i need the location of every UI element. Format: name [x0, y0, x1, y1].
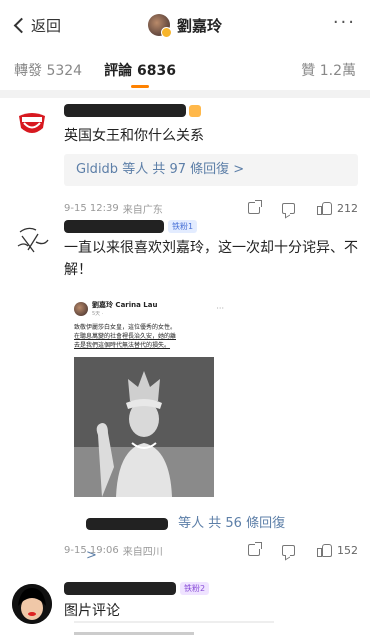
share-icon — [248, 200, 262, 214]
medal-icon — [189, 104, 201, 117]
page-title: 劉嘉玲 — [176, 16, 223, 35]
comment-item: 英国女王和你什么关系 Gldidb 等人 共 97 條回復 > 9-15 12:… — [0, 98, 370, 216]
sketch-avatar-image — [17, 227, 49, 253]
tab-repost[interactable]: 轉發 5324 — [14, 60, 82, 80]
page-title-group[interactable]: 劉嘉玲 — [147, 14, 223, 38]
tab-comments[interactable]: 評論 6836 — [104, 60, 176, 80]
like-icon — [317, 201, 332, 215]
reply-button[interactable] — [282, 544, 295, 556]
comment-image[interactable]: 劉嘉玲 Carina Lau 5天 · ··· 致敬伊麗莎白女皇，這位優秀的女性… — [74, 300, 224, 497]
reply-count: 等人 共 97 條回復 > — [122, 162, 245, 177]
like-count: 152 — [337, 543, 358, 557]
share-button[interactable] — [248, 542, 262, 556]
back-label: 返回 — [31, 16, 62, 35]
redacted-username — [64, 104, 186, 117]
like-button[interactable]: 152 — [317, 543, 358, 557]
share-icon — [248, 542, 262, 556]
tab-bar: 轉發 5324 評論 6836 贊 1.2萬 — [0, 50, 370, 90]
avatar[interactable] — [147, 14, 172, 38]
redacted-username — [86, 517, 168, 530]
comment-time: 9-15 12:39 — [64, 202, 119, 214]
fan-badge: 铁粉2 — [180, 582, 210, 595]
avatar — [74, 301, 88, 316]
like-count: 212 — [337, 201, 358, 215]
tab-likes[interactable]: 贊 1.2萬 — [301, 60, 356, 80]
like-icon — [317, 543, 332, 557]
chevron-left-icon — [13, 17, 30, 33]
embed-line: 去是我們這個時代無法替代的損失。 — [74, 341, 224, 350]
share-button[interactable] — [248, 200, 262, 214]
comment-text: 一直以来很喜欢刘嘉玲，这一次却十分诧异、不解！ — [64, 240, 358, 278]
embed-underlined-line: 在聽息萬變的社會裡長治久安，她的離 — [74, 333, 177, 340]
more-icon[interactable]: ··· — [333, 14, 356, 32]
avatar[interactable] — [14, 222, 50, 258]
embed-caption: 致敬伊麗莎白女皇，這位優秀的女性。 在聽息萬變的社會裡長治久安，她的離 去是我們… — [74, 323, 224, 350]
comment-location: 来自四川 — [122, 546, 163, 558]
queen-portrait-image — [74, 357, 214, 497]
embed-line: 致敬伊麗莎白女皇，這位優秀的女性。 — [74, 324, 177, 331]
reply-summary[interactable]: 等人 共 56 條回復 > — [74, 508, 310, 563]
redacted-username — [64, 220, 164, 233]
image-preview-partial[interactable] — [74, 618, 274, 640]
embed-author: 劉嘉玲 Carina Lau — [92, 301, 158, 309]
more-icon: ··· — [216, 304, 224, 313]
embed-line: 在聽息萬變的社會裡長治久安，她的離 — [74, 332, 224, 341]
divider — [0, 90, 370, 98]
comment-location: 来自广东 — [122, 204, 163, 216]
embed-time: 5天 · — [92, 311, 104, 317]
comment-icon — [282, 202, 295, 214]
back-button[interactable]: 返回 — [10, 15, 61, 36]
comment-item: 铁粉1 一直以来很喜欢刘嘉玲，这一次却十分诧异、不解！ 劉嘉玲 Carina L… — [0, 218, 370, 578]
avatar[interactable] — [14, 106, 50, 142]
like-button[interactable]: 212 — [317, 201, 358, 215]
avatar[interactable] — [12, 584, 52, 624]
comment-text: 英国女王和你什么关系 — [64, 128, 204, 144]
embed-header: 劉嘉玲 Carina Lau 5天 · ··· — [74, 300, 224, 317]
reply-summary[interactable]: Gldidb 等人 共 97 條回復 > — [64, 154, 358, 186]
comment-meta: 9-15 19:06 来自四川 152 — [64, 540, 358, 560]
embed-underlined-line: 去是我們這個時代無法替代的損失。 — [74, 342, 171, 349]
fan-badge: 铁粉1 — [168, 220, 198, 233]
reply-button[interactable] — [282, 202, 295, 214]
reply-user[interactable]: Gldidb — [76, 162, 118, 177]
top-bar: 返回 劉嘉玲 ··· — [0, 0, 370, 50]
avatar-image — [12, 584, 52, 624]
comment-meta: 9-15 12:39 来自广东 212 — [64, 198, 358, 218]
comment-time: 9-15 19:06 — [64, 544, 119, 556]
redacted-username — [64, 582, 176, 595]
queen-photo — [74, 357, 214, 497]
comment-icon — [282, 544, 295, 556]
partial-image — [74, 618, 274, 640]
ducati-logo — [14, 106, 50, 142]
